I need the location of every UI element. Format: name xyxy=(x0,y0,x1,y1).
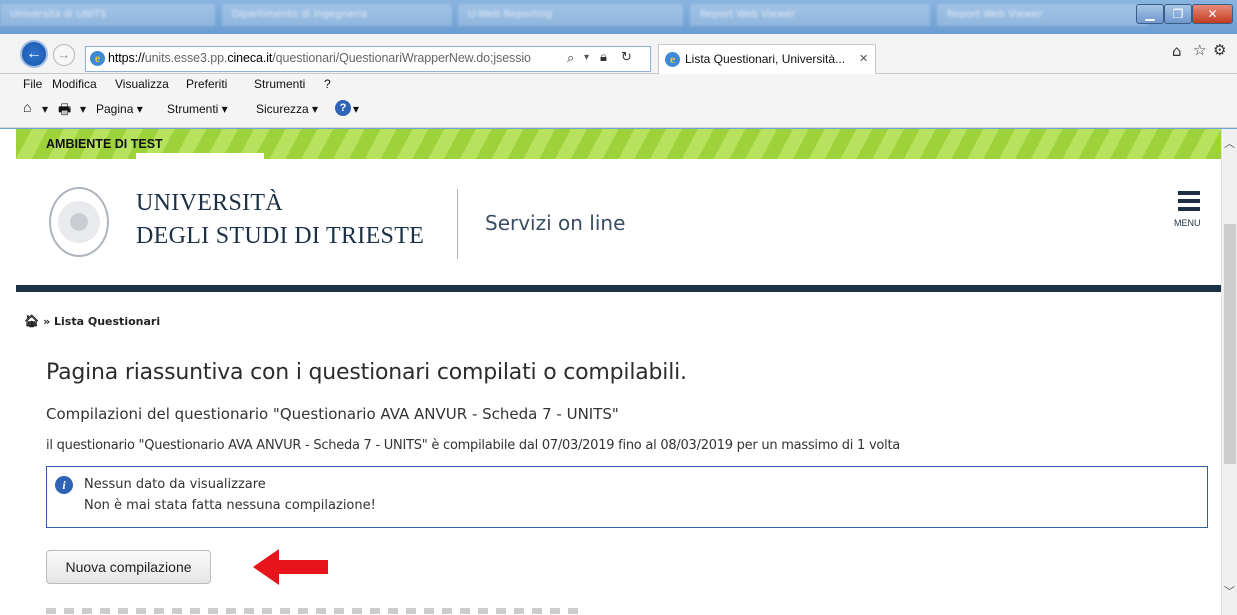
questionnaire-availability-text: il questionario "Questionario AVA ANVUR … xyxy=(46,438,901,453)
cmd-sicurezza[interactable]: Sicurezza ▾ xyxy=(256,102,318,116)
menu-visualizza[interactable]: Visualizza xyxy=(115,77,169,91)
scrollbar-thumb[interactable] xyxy=(1224,224,1236,464)
favorites-star-icon[interactable]: ☆ xyxy=(1193,41,1206,59)
university-name-line2[interactable]: DEGLI STUDI DI TRIESTE xyxy=(136,223,424,250)
cut-off-footer-text xyxy=(46,608,586,614)
search-icon[interactable]: ⌕ xyxy=(567,51,574,66)
active-tab[interactable]: e Lista Questionari, Università... ✕ xyxy=(658,44,876,74)
maximize-button[interactable]: ❐ xyxy=(1164,4,1192,24)
empty-state-message-box: i Nessun dato da visualizzare Non è mai … xyxy=(46,466,1208,528)
chevron-down-icon[interactable]: ▾ xyxy=(42,102,48,116)
browser-window: Università di UNITS Dipartimento di Inge… xyxy=(0,0,1237,615)
services-title: Servizi on line xyxy=(485,211,626,235)
background-tab[interactable]: Report Web Viewer xyxy=(937,4,1147,26)
cmd-strumenti[interactable]: Strumenti ▾ xyxy=(167,102,228,116)
title-bar: Università di UNITS Dipartimento di Inge… xyxy=(0,0,1237,34)
background-tab[interactable]: Report Web Viewer xyxy=(690,4,930,26)
menu-strumenti[interactable]: Strumenti xyxy=(254,77,305,91)
background-tab[interactable]: Dipartimento di Ingegneria xyxy=(222,4,452,26)
header-divider xyxy=(457,189,458,259)
chevron-down-icon[interactable]: ▾ xyxy=(80,102,86,116)
page-title: Pagina riassuntiva con i questionari com… xyxy=(46,360,687,385)
home-icon[interactable]: 🏠︎ xyxy=(24,314,39,328)
university-name-line1[interactable]: UNIVERSITÀ xyxy=(136,190,283,217)
home-icon[interactable]: ⌂ xyxy=(23,99,31,115)
home-icon[interactable]: ⌂ xyxy=(1172,42,1182,60)
ie-logo-icon: e xyxy=(90,51,105,66)
settings-gear-icon[interactable]: ⚙ xyxy=(1213,41,1226,59)
url-text: https://units.esse3.pp.cineca.it/questio… xyxy=(108,51,531,65)
info-icon: i xyxy=(55,476,73,494)
scroll-up-icon[interactable]: ︿ xyxy=(1224,135,1235,151)
vertical-scrollbar[interactable]: ︿ ﹀ xyxy=(1221,129,1237,615)
menu-help[interactable]: ? xyxy=(324,77,331,91)
cmd-pagina[interactable]: Pagina ▾ xyxy=(96,102,143,116)
breadcrumb-separator: » xyxy=(43,315,51,328)
menu-modifica[interactable]: Modifica xyxy=(52,77,97,91)
minimize-button[interactable]: ▁ xyxy=(1136,4,1164,24)
window-left-edge xyxy=(0,129,16,615)
scroll-down-icon[interactable]: ﹀ xyxy=(1224,583,1235,599)
address-bar[interactable]: e https://units.esse3.pp.cineca.it/quest… xyxy=(85,46,651,72)
menu-file[interactable]: File xyxy=(23,77,42,91)
no-compilation-message: Non è mai stata fatta nessuna compilazio… xyxy=(84,498,376,513)
chevron-down-icon[interactable]: ▾ xyxy=(353,102,359,116)
active-tab-title: Lista Questionari, Università... xyxy=(685,52,846,66)
menu-preferiti[interactable]: Preferiti xyxy=(186,77,227,91)
chevron-down-icon[interactable]: ▾ xyxy=(584,52,589,63)
questionnaire-subtitle: Compilazioni del questionario "Questiona… xyxy=(46,405,619,423)
lock-icon[interactable]: 🔒︎ xyxy=(600,50,607,65)
test-banner-label: AMBIENTE DI TEST xyxy=(46,137,163,151)
menu-label[interactable]: MENU xyxy=(1174,218,1201,228)
close-tab-icon[interactable]: ✕ xyxy=(859,52,868,65)
no-data-message: Nessun dato da visualizzare xyxy=(84,477,266,492)
ie-logo-icon: e xyxy=(665,52,680,67)
red-pointer-arrow-icon xyxy=(253,549,328,585)
forward-button[interactable]: → xyxy=(53,44,75,66)
print-icon[interactable]: 🖶 xyxy=(58,99,71,123)
close-window-button[interactable]: ✕ xyxy=(1192,4,1233,24)
hamburger-menu-icon[interactable] xyxy=(1178,191,1200,213)
university-seal-logo[interactable] xyxy=(49,187,109,257)
help-icon[interactable]: ? xyxy=(335,100,351,116)
back-button[interactable]: ← xyxy=(20,40,48,68)
header-rule xyxy=(16,285,1221,292)
background-tab[interactable]: U-Web Reporting xyxy=(458,4,683,26)
refresh-icon[interactable]: ↻ xyxy=(621,50,632,65)
background-tab[interactable]: Università di UNITS xyxy=(0,4,215,26)
web-page: AMBIENTE DI TEST UNIVERSITÀ DEGLI STUDI … xyxy=(16,129,1221,615)
redaction-patch xyxy=(136,153,264,161)
command-bar: ⌂ ▾ 🖶 ▾ Pagina ▾ Strumenti ▾ Sicurezza ▾… xyxy=(0,94,1237,128)
breadcrumb: 🏠︎ » Lista Questionari xyxy=(24,314,160,328)
new-compilation-button[interactable]: Nuova compilazione xyxy=(46,550,211,584)
menu-bar: File Modifica Visualizza Preferiti Strum… xyxy=(0,74,1237,94)
breadcrumb-current: Lista Questionari xyxy=(54,315,161,328)
